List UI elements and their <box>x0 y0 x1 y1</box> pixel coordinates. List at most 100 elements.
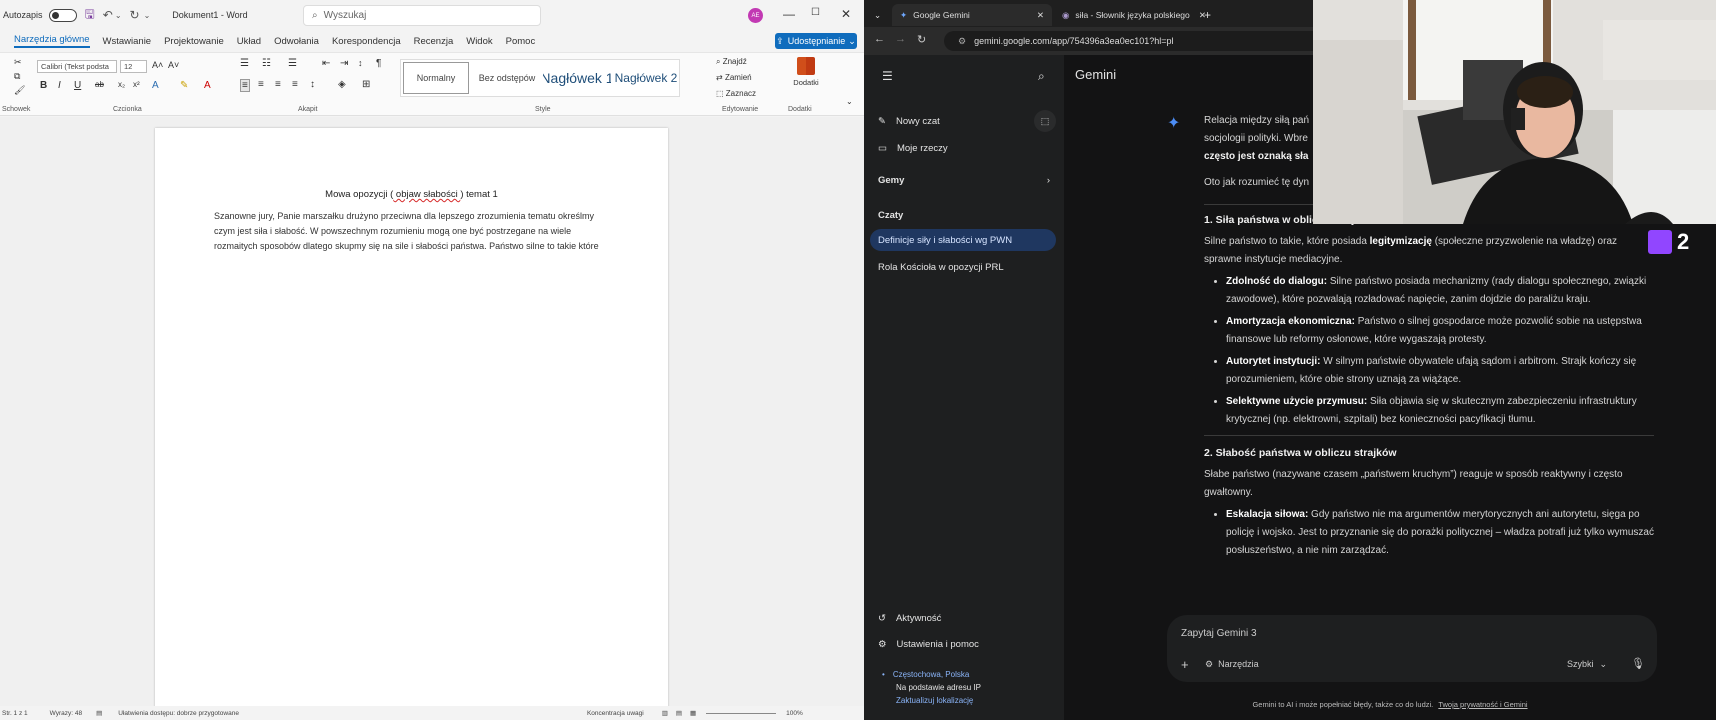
cut-icon[interactable]: ✂ <box>14 57 22 68</box>
mode-select[interactable]: Szybki ⌄ <box>1567 659 1607 670</box>
font-size-select[interactable]: 12 <box>120 60 147 73</box>
microphone-icon[interactable]: 🎙 <box>1631 657 1645 670</box>
tab-references[interactable]: Odwołania <box>274 36 319 47</box>
shading-icon[interactable]: ◈ <box>338 79 346 90</box>
borders-icon[interactable]: ⊞ <box>362 79 370 90</box>
browser-tab-gemini[interactable]: ✦ Google Gemini ✕ <box>892 4 1052 26</box>
increase-indent-icon[interactable]: ⇥ <box>340 58 348 69</box>
subscript-icon[interactable]: x₂ <box>118 80 125 89</box>
maximize-icon[interactable]: ☐ <box>811 7 820 18</box>
chat-item-active[interactable]: Definicje siły i słabości wg PWN <box>870 229 1056 251</box>
update-location-link[interactable]: Zaktualizuj lokalizację <box>882 694 981 707</box>
side-panel-icon[interactable]: ⬚ <box>1034 110 1056 132</box>
print-layout-icon[interactable]: ▤ <box>676 709 682 717</box>
select-button[interactable]: ⬚ Zaznacz <box>716 89 756 98</box>
style-heading2[interactable]: Nagłówek 2 <box>613 62 679 94</box>
strikethrough-icon[interactable]: ab <box>95 80 104 89</box>
decrease-indent-icon[interactable]: ⇤ <box>322 58 330 69</box>
my-stuff-button[interactable]: ▭ Moje rzeczy <box>878 143 948 154</box>
line-spacing-icon[interactable]: ↕ <box>310 79 315 90</box>
tab-design[interactable]: Projektowanie <box>164 36 224 47</box>
redo-icon[interactable]: ↻ <box>130 8 140 22</box>
multilevel-list-icon[interactable]: ☰ <box>288 58 297 69</box>
grow-font-icon[interactable]: A˄ <box>152 60 163 70</box>
activity-button[interactable]: ↺ Aktywność <box>878 613 941 624</box>
copy-icon[interactable]: ⧉ <box>14 71 20 82</box>
document-page[interactable]: Mowa opozycji ( objaw słabości ) temat 1… <box>155 128 668 720</box>
tab-layout[interactable]: Układ <box>237 36 261 47</box>
browser-tab-dictionary[interactable]: ◉ siła - Słownik języka polskiego ✕ <box>1054 4 1214 26</box>
tools-button[interactable]: ⚙ Narzędzia <box>1205 659 1259 670</box>
collapse-ribbon-icon[interactable]: ⌄ <box>846 97 853 106</box>
superscript-icon[interactable]: x² <box>133 80 140 89</box>
tab-list-icon[interactable]: ⌄ <box>866 4 888 26</box>
tab-review[interactable]: Recenzja <box>414 36 454 47</box>
menu-icon[interactable]: ☰ <box>882 69 893 83</box>
accessibility-status[interactable]: Ułatwienia dostępu: dobrze przygotowane <box>118 710 239 717</box>
word-count[interactable]: Wyrazy: 48 <box>50 710 82 717</box>
word-search-box[interactable]: ⌕ Wyszukaj <box>303 5 541 26</box>
add-icon[interactable]: + <box>1181 657 1189 672</box>
tab-help[interactable]: Pomoc <box>506 36 536 47</box>
style-heading1[interactable]: Nagłówek 1 <box>543 62 611 94</box>
zoom-level[interactable]: 100% <box>786 710 803 717</box>
bullets-icon[interactable]: ☰ <box>240 58 249 69</box>
app-title[interactable]: Gemini <box>1075 67 1116 82</box>
bold-icon[interactable]: B <box>40 80 47 91</box>
align-center-icon[interactable]: ≡ <box>258 79 264 90</box>
new-chat-button[interactable]: ✎ Nowy czat <box>878 116 940 127</box>
tab-view[interactable]: Widok <box>466 36 492 47</box>
site-info-icon[interactable]: ⚙ <box>958 36 966 47</box>
tab-insert[interactable]: Wstawianie <box>103 36 152 47</box>
font-color-icon[interactable]: A <box>204 80 211 91</box>
minimize-icon[interactable]: — <box>783 7 795 21</box>
avatar[interactable]: AE <box>748 8 763 23</box>
underline-icon[interactable]: U <box>74 80 81 91</box>
read-mode-icon[interactable]: ▥ <box>662 709 668 717</box>
text-effects-icon[interactable]: A <box>152 80 159 91</box>
share-button[interactable]: ⇪ Udostępnianie ⌄ <box>775 33 857 49</box>
italic-icon[interactable]: I <box>58 80 61 91</box>
customize-qat-icon[interactable]: ⌄ <box>144 11 151 20</box>
forward-icon[interactable]: → <box>895 33 906 45</box>
search-icon[interactable]: ⌕ <box>1038 69 1045 84</box>
shrink-font-icon[interactable]: A˅ <box>168 60 179 70</box>
prompt-box[interactable]: Zapytaj Gemini 3 + ⚙ Narzędzia Szybki ⌄ 🎙 <box>1167 615 1657 682</box>
format-painter-icon[interactable]: 🖌 <box>14 85 25 96</box>
undo-dropdown-icon[interactable]: ⌄ <box>115 11 122 20</box>
addins-button[interactable]: Dodatki <box>788 57 824 87</box>
privacy-link[interactable]: Twoja prywatność i Gemini <box>1438 700 1527 709</box>
font-name-select[interactable]: Calibri (Tekst podsta <box>37 60 117 73</box>
align-right-icon[interactable]: ≡ <box>275 79 281 90</box>
settings-button[interactable]: ⚙ Ustawienia i pomoc <box>878 639 979 650</box>
style-no-spacing[interactable]: Bez odstępów <box>473 62 541 94</box>
web-layout-icon[interactable]: ▦ <box>690 709 696 717</box>
chat-item[interactable]: Rola Kościoła w opozycji PRL <box>878 262 1004 273</box>
numbering-icon[interactable]: ☷ <box>262 58 271 69</box>
autosave-toggle[interactable] <box>48 8 77 22</box>
new-tab-icon[interactable]: + <box>1196 4 1219 26</box>
url-text: gemini.google.com/app/754396a3ea0ec101?h… <box>974 36 1174 46</box>
zoom-slider[interactable] <box>706 712 777 714</box>
sort-icon[interactable]: ↕ <box>358 58 363 68</box>
close-tab-icon[interactable]: ✕ <box>1037 10 1044 21</box>
tab-mailings[interactable]: Korespondencja <box>332 36 401 47</box>
save-icon[interactable]: 🖫 <box>85 5 95 26</box>
replace-button[interactable]: ⇄ Zamień <box>716 73 752 82</box>
close-icon[interactable]: ✕ <box>841 7 851 21</box>
align-left-icon[interactable]: ≡ <box>240 79 250 92</box>
reload-icon[interactable]: ↻ <box>917 33 926 46</box>
back-icon[interactable]: ← <box>874 33 885 45</box>
find-button[interactable]: ⌕ Znajdź <box>716 57 747 67</box>
justify-icon[interactable]: ≡ <box>292 79 298 90</box>
page-count[interactable]: Str. 1 z 1 <box>2 710 28 717</box>
undo-icon[interactable]: ↶ <box>103 8 113 22</box>
gems-section[interactable]: Gemy › <box>878 175 1050 186</box>
proofing-icon[interactable]: ▤ <box>96 709 102 717</box>
tab-home[interactable]: Narzędzia główne <box>14 34 90 48</box>
highlight-icon[interactable]: ✎ <box>180 80 188 91</box>
focus-mode[interactable]: Koncentracja uwagi <box>587 710 644 717</box>
prompt-input[interactable]: Zapytaj Gemini 3 <box>1181 628 1257 639</box>
style-normal[interactable]: Normalny <box>403 62 469 94</box>
show-marks-icon[interactable]: ¶ <box>376 58 381 69</box>
